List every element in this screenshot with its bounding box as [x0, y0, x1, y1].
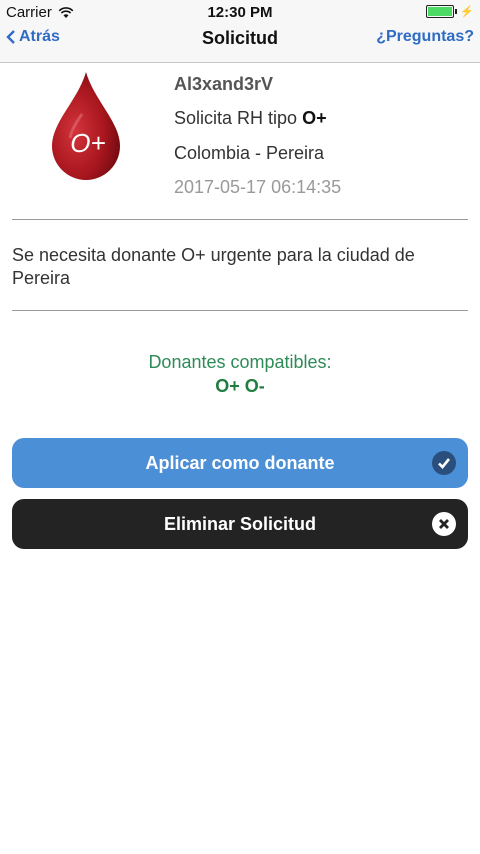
nav-bar: Atrás Solicitud ¿Preguntas?	[0, 24, 480, 63]
back-label: Atrás	[19, 28, 60, 45]
requester-name: Al3xand3rV	[174, 74, 274, 94]
delete-button-label: Eliminar Solicitud	[163, 513, 317, 534]
status-bar: Carrier 12:30 PM ⚡	[0, 0, 480, 24]
delete-request-button[interactable]: Eliminar Solicitud	[12, 499, 468, 549]
compatible-donors-types: O+ O-	[215, 376, 265, 396]
compatible-donors-label: Donantes compatibles:	[148, 352, 332, 372]
battery-icon: ⚡	[426, 5, 474, 18]
back-button[interactable]: Atrás	[6, 28, 60, 46]
location: Colombia - Pereira	[174, 143, 325, 163]
request-description: Se necesita donante O+ urgente para la c…	[12, 245, 415, 288]
check-circle-icon	[432, 451, 456, 475]
charging-icon: ⚡	[460, 6, 474, 18]
chevron-left-icon	[6, 30, 15, 44]
status-time: 12:30 PM	[207, 4, 273, 21]
apply-button-label: Aplicar como donante	[145, 452, 335, 473]
apply-as-donor-button[interactable]: Aplicar como donante	[12, 438, 468, 488]
blood-type-badge: O+	[70, 128, 105, 158]
divider	[12, 310, 468, 311]
rh-request-line: Solicita RH tipo O+	[174, 108, 327, 129]
divider	[12, 219, 468, 220]
questions-link[interactable]: ¿Preguntas?	[376, 28, 474, 46]
close-circle-icon	[432, 512, 456, 536]
rh-prefix: Solicita RH tipo	[174, 108, 298, 128]
request-timestamp: 2017-05-17 06:14:35	[174, 177, 342, 197]
blood-drop-icon: O+	[50, 70, 122, 182]
rh-type: O+	[302, 108, 327, 128]
